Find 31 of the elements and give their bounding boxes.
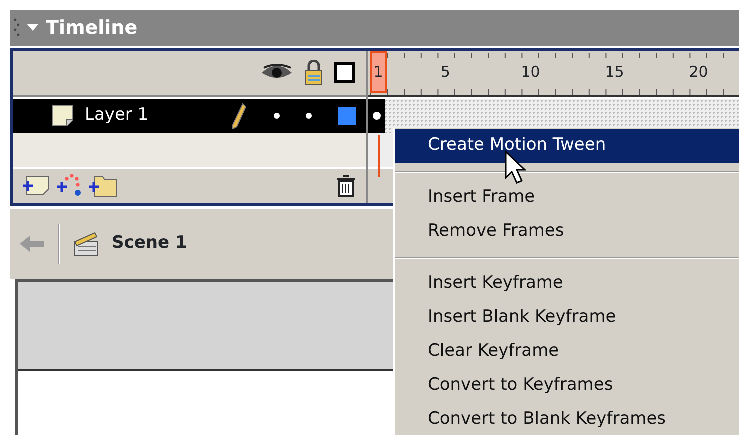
frame-number: 5 <box>440 62 452 83</box>
layer-name: Layer 1 <box>85 104 150 128</box>
menu-item[interactable]: Insert Frame <box>395 181 739 215</box>
menu-item[interactable]: Insert Blank Keyframe <box>395 301 739 335</box>
frame-number: 10 <box>521 62 538 83</box>
menu-item[interactable]: Create Motion Tween <box>395 129 739 163</box>
grip-icon[interactable] <box>14 17 20 39</box>
layer-icon[interactable] <box>51 104 75 128</box>
menu-item[interactable]: Convert to Blank Keyframes <box>395 403 739 435</box>
layer-color-swatch[interactable] <box>338 107 356 125</box>
layer-row[interactable]: Layer 1 <box>13 97 366 133</box>
pencil-icon <box>232 103 246 129</box>
add-guide-layer-icon[interactable] <box>55 173 83 199</box>
lock-icon[interactable] <box>304 60 324 86</box>
menu-item[interactable]: Clear Keyframe <box>395 335 739 369</box>
keyframe-dot-icon <box>372 111 382 121</box>
trash-icon[interactable] <box>336 174 356 198</box>
dot-icon[interactable] <box>274 113 280 119</box>
playhead-frame[interactable]: 1 <box>370 51 387 93</box>
dot-icon[interactable] <box>306 113 312 119</box>
clapperboard-icon <box>72 230 100 258</box>
scene-name: Scene 1 <box>112 232 188 256</box>
playhead-line <box>378 135 380 177</box>
frame-number: 15 <box>605 62 622 83</box>
menu-item[interactable]: Convert to Keyframes <box>395 369 739 403</box>
keyframe[interactable] <box>368 99 385 133</box>
menu-item[interactable]: Insert Keyframe <box>395 267 739 301</box>
menu-item[interactable]: Remove Frames <box>395 215 739 249</box>
frame-number: 20 <box>689 62 706 83</box>
panel-title: Timeline <box>46 16 138 41</box>
outline-square-icon[interactable] <box>334 62 356 84</box>
